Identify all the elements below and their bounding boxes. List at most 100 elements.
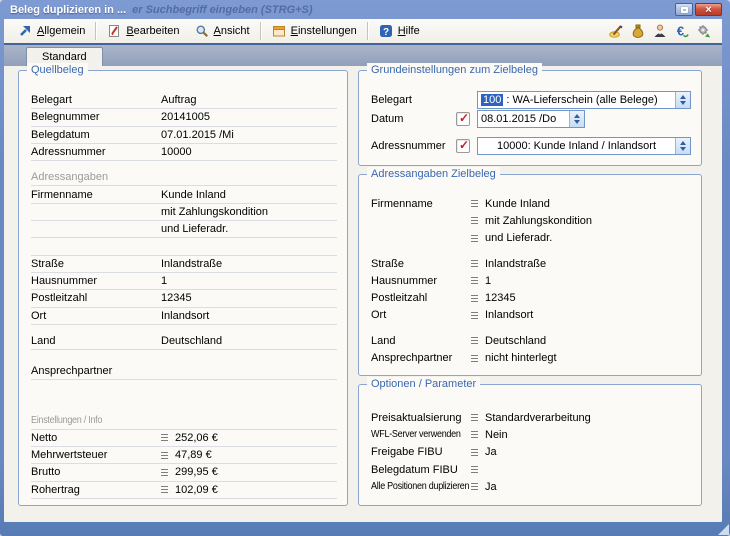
field-value: mit Zahlungskondition bbox=[471, 213, 592, 229]
close-icon: × bbox=[705, 5, 711, 15]
value-text: Deutschland bbox=[161, 333, 222, 349]
signature-pen-icon[interactable] bbox=[608, 23, 624, 39]
equals-icon bbox=[471, 466, 478, 473]
maximize-icon bbox=[681, 7, 688, 13]
toolbar-separator bbox=[260, 22, 261, 40]
row-gap bbox=[31, 350, 337, 363]
titlebar[interactable]: Beleg duplizieren in ... er Suchbegriff … bbox=[0, 0, 730, 19]
toolbar: Allgemein Bearbeiten Ansicht Einstellung… bbox=[4, 19, 722, 45]
field-row: BelegartAuftrag bbox=[31, 92, 337, 109]
toolbar-actions: € bbox=[608, 23, 722, 39]
value-text: Inlandstraße bbox=[161, 256, 222, 272]
value-text: 12345 bbox=[161, 290, 192, 306]
datum-input[interactable]: 08.01.2015 /Do bbox=[477, 110, 585, 128]
equals-icon bbox=[471, 217, 478, 224]
field-value bbox=[471, 466, 485, 473]
adressnummer-checkbox-icon[interactable] bbox=[456, 139, 470, 153]
field-value: Nein bbox=[471, 427, 508, 443]
options-panel: Optionen / Parameter PreisaktualsierungS… bbox=[358, 384, 702, 506]
section-header: Adressangaben bbox=[31, 169, 337, 186]
equals-icon bbox=[161, 486, 168, 493]
svg-text:€: € bbox=[677, 24, 684, 39]
arrow-ne-icon bbox=[17, 23, 33, 39]
field-label: Ansprechpartner bbox=[371, 350, 471, 366]
spinner-icon[interactable] bbox=[675, 138, 690, 154]
panel-title: Adressangaben Zielbeleg bbox=[367, 167, 500, 181]
field-label: Belegnummer bbox=[31, 109, 161, 125]
customer-icon[interactable] bbox=[652, 23, 668, 39]
field-label: Belegart bbox=[31, 92, 161, 108]
source-document-panel: Quellbeleg BelegartAuftragBelegnummer201… bbox=[18, 70, 348, 506]
magnifier-icon bbox=[194, 23, 210, 39]
spinner-icon[interactable] bbox=[569, 111, 584, 127]
field-row: FirmennameKunde Inland bbox=[371, 195, 691, 212]
menu-allgemein[interactable]: Allgemein bbox=[10, 21, 92, 41]
dialog-window: Beleg duplizieren in ... er Suchbegriff … bbox=[0, 0, 730, 536]
settings-window-icon bbox=[271, 23, 287, 39]
adressnummer-select[interactable]: 10000: Kunde Inland / Inlandsort bbox=[477, 137, 691, 155]
menu-bearbeiten[interactable]: Bearbeiten bbox=[99, 21, 186, 41]
field-value: 12345 bbox=[471, 290, 516, 306]
field-label: Belegdatum bbox=[31, 127, 161, 143]
process-gear-icon[interactable] bbox=[696, 23, 712, 39]
value-text: Ja bbox=[485, 479, 497, 495]
field-row: OrtInlandsort bbox=[31, 308, 337, 325]
resize-grip[interactable] bbox=[718, 524, 729, 535]
field-label: Einstellungen / Info bbox=[31, 413, 148, 429]
field-row: FirmennameKunde Inland bbox=[31, 186, 337, 203]
field-label: Postleitzahl bbox=[371, 290, 471, 306]
field-row: Straße Inlandstraße bbox=[371, 255, 691, 272]
datum-checkbox-icon[interactable] bbox=[456, 112, 470, 126]
belegart-code: 100 bbox=[481, 94, 503, 106]
panel-title: Quellbeleg bbox=[27, 63, 88, 77]
field-row: Hausnummer1 bbox=[371, 272, 691, 289]
value-text: 20141005 bbox=[161, 109, 210, 125]
field-label: Land bbox=[371, 333, 471, 349]
svg-text:?: ? bbox=[383, 27, 389, 38]
field-row: und Lieferadr. bbox=[31, 221, 337, 238]
field-label: Ansprechpartner bbox=[31, 363, 161, 379]
maximize-button[interactable] bbox=[675, 3, 693, 16]
field-row bbox=[31, 238, 337, 255]
field-row: Postleitzahl12345 bbox=[31, 290, 337, 307]
value-text: Kunde Inland bbox=[161, 187, 226, 203]
field-value: 1 bbox=[161, 273, 167, 289]
field-value: Inlandstraße bbox=[161, 256, 222, 272]
value-text: 07.01.2015 /Mi bbox=[161, 127, 234, 143]
value-text: nicht hinterlegt bbox=[485, 350, 557, 366]
value-text: und Lieferadr. bbox=[161, 221, 228, 237]
menu-ansicht[interactable]: Ansicht bbox=[187, 21, 257, 41]
field-value: 252,06 € bbox=[161, 430, 218, 446]
value-text: Deutschland bbox=[485, 333, 546, 349]
field-row: Netto252,06 € bbox=[31, 430, 337, 447]
field-label: Rohertrag bbox=[31, 482, 161, 498]
field-value: Inlandstraße bbox=[471, 256, 546, 272]
value-text: Inlandstraße bbox=[485, 256, 546, 272]
toolbar-separator bbox=[367, 22, 368, 40]
money-bag-icon[interactable] bbox=[630, 23, 646, 39]
field-row: Adressnummer10000 bbox=[31, 144, 337, 161]
menu-label: Hilfe bbox=[398, 25, 420, 37]
row-gap bbox=[31, 380, 337, 412]
equals-icon bbox=[471, 337, 478, 344]
field-value: 102,09 € bbox=[161, 482, 218, 498]
field-row: Rohertrag102,09 € bbox=[31, 482, 337, 499]
spinner-icon[interactable] bbox=[675, 92, 690, 108]
equals-icon bbox=[161, 469, 168, 476]
target-address-rows: FirmennameKunde Inlandmit Zahlungskondit… bbox=[371, 175, 691, 367]
equals-icon bbox=[471, 277, 478, 284]
euro-icon[interactable]: € bbox=[674, 23, 690, 39]
field-label: Freigabe FIBU bbox=[371, 444, 471, 460]
field-row: und Lieferadr. bbox=[371, 230, 691, 247]
field-row: StraßeInlandstraße bbox=[31, 256, 337, 273]
menu-label: Allgemein bbox=[37, 25, 85, 37]
toolbar-separator bbox=[95, 22, 96, 40]
equals-icon bbox=[471, 414, 478, 421]
belegart-select[interactable]: 100 : WA-Lieferschein (alle Belege) bbox=[477, 91, 691, 109]
close-button[interactable]: × bbox=[695, 3, 722, 16]
value-text: Inlandsort bbox=[485, 307, 533, 323]
menu-einstellungen[interactable]: Einstellungen bbox=[264, 21, 364, 41]
field-label: Straße bbox=[371, 256, 471, 272]
menu-hilfe[interactable]: ? Hilfe bbox=[371, 21, 427, 41]
field-row: Land Deutschland bbox=[371, 332, 691, 349]
